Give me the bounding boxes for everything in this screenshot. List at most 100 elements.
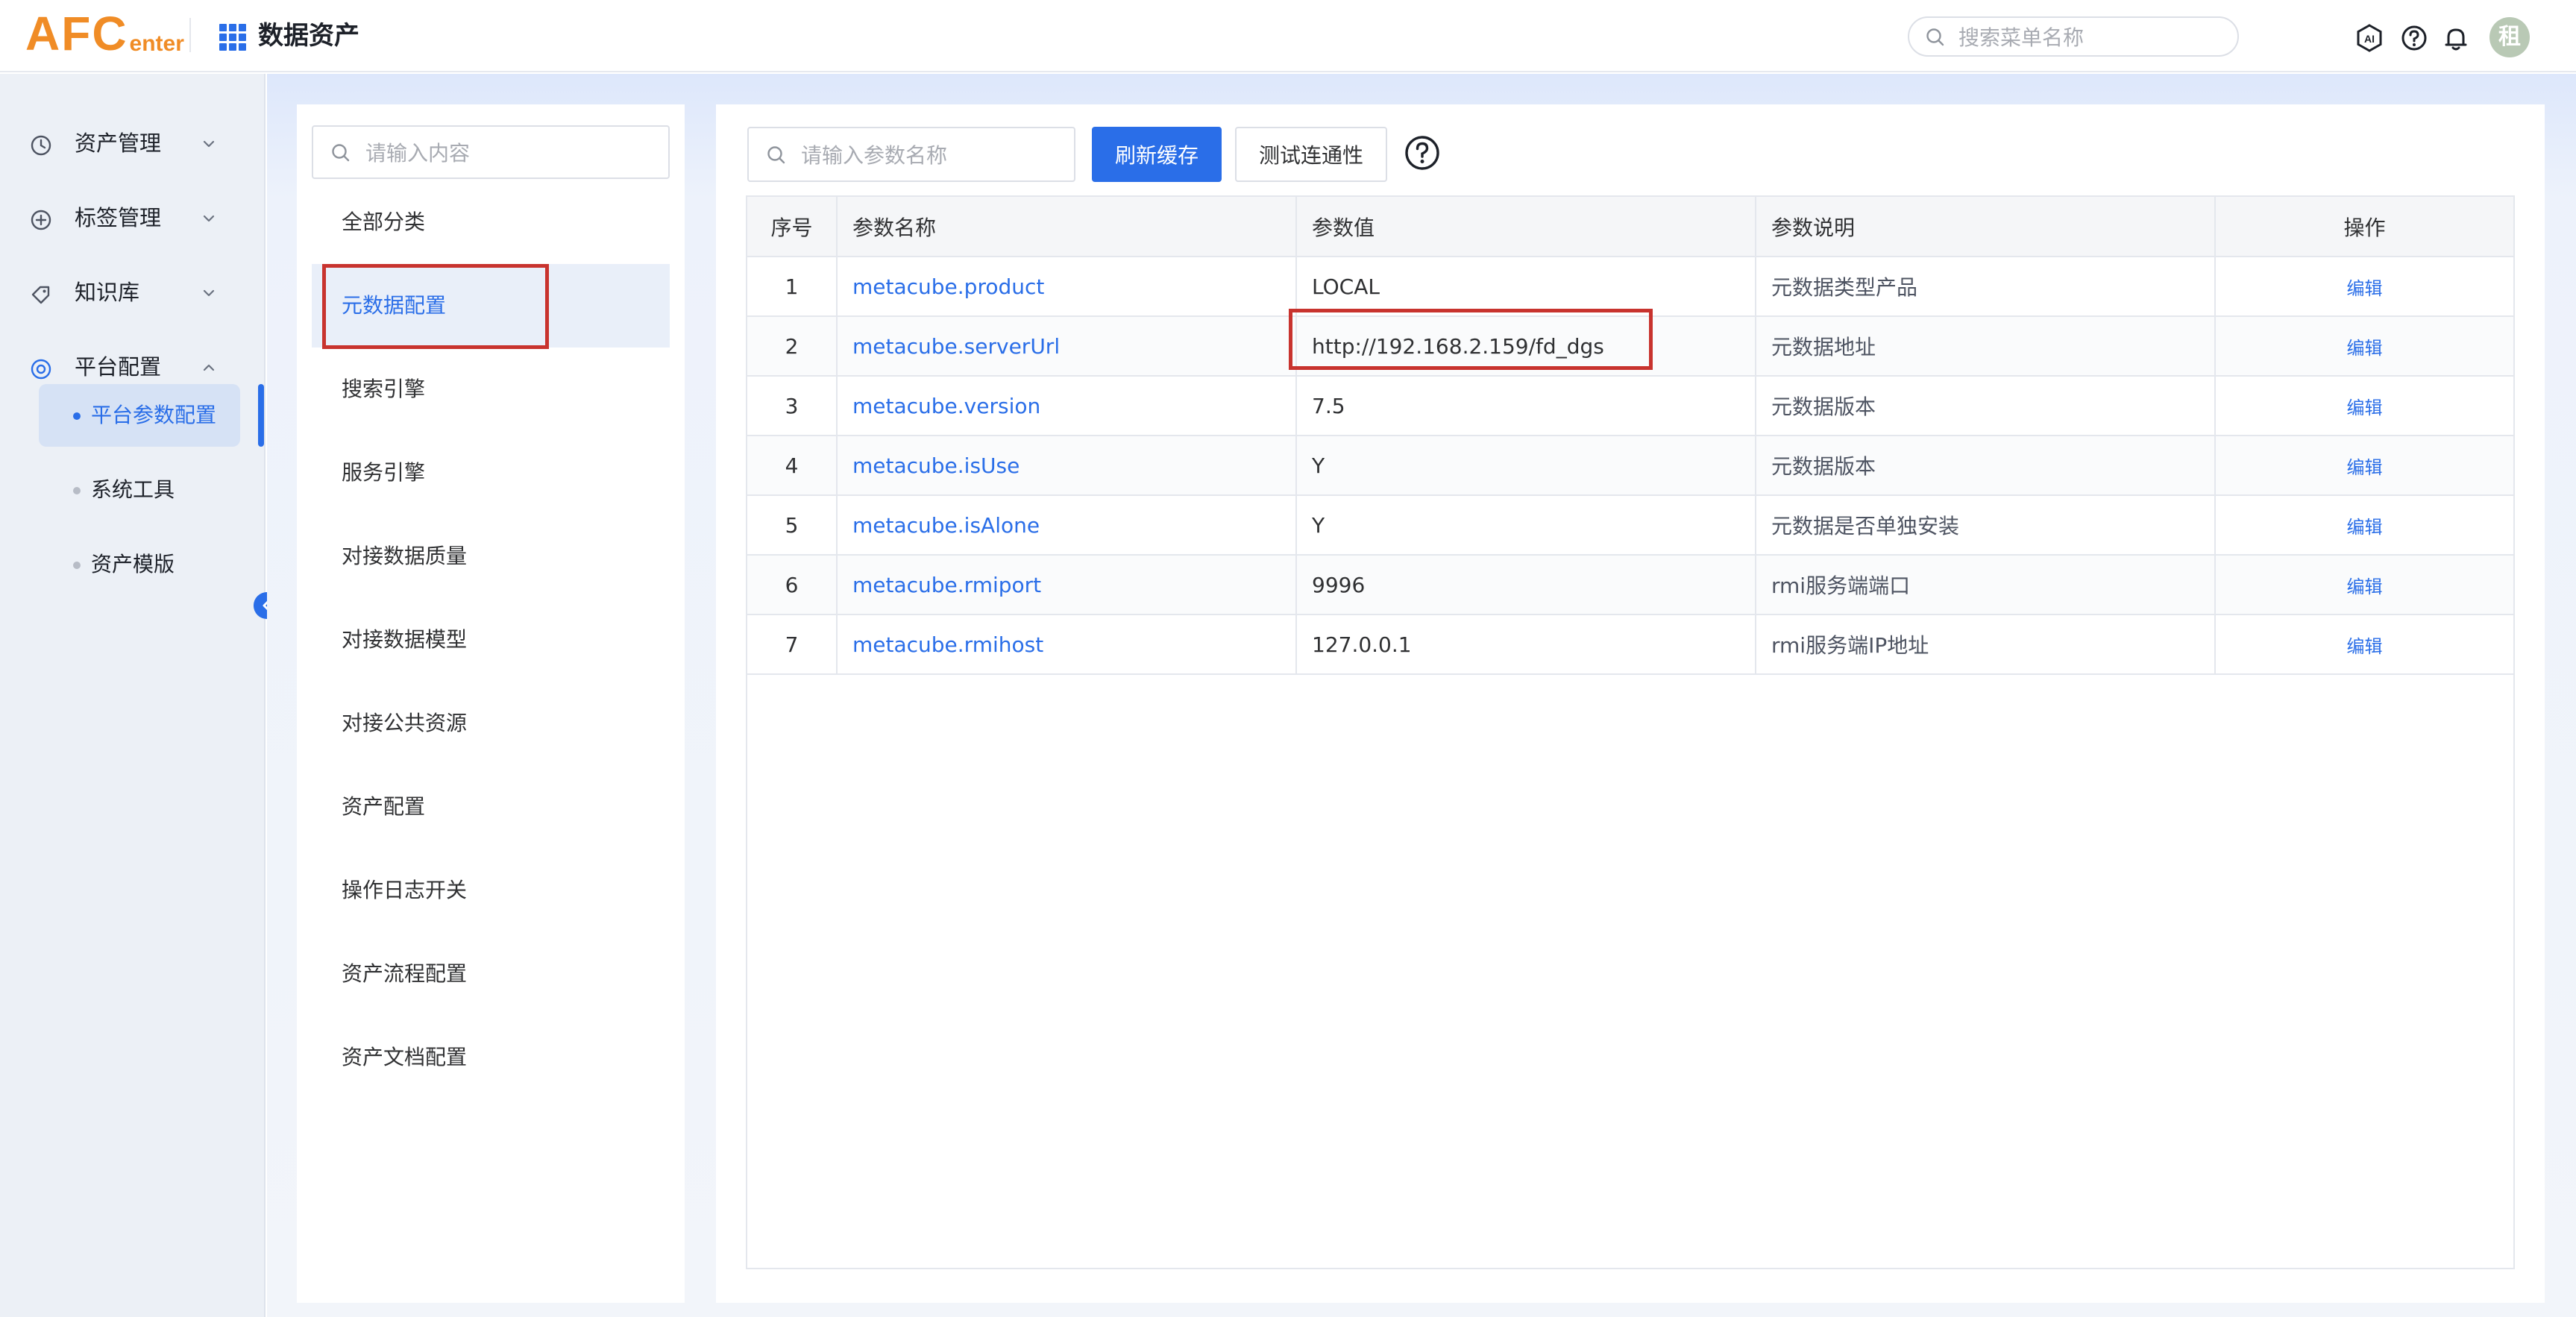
category-label: 对接公共资源: [342, 711, 468, 735]
row-index: 3: [747, 376, 838, 436]
sidebar-subitem-label: 平台参数配置: [91, 403, 217, 427]
logo[interactable]: AFC enter: [25, 10, 184, 57]
category-item[interactable]: 资产流程配置: [312, 932, 670, 1016]
param-value: 9996: [1296, 555, 1756, 615]
active-indicator: [258, 384, 264, 447]
menu-search[interactable]: [1908, 16, 2239, 57]
sidebar-item-label: 平台配置: [75, 354, 162, 380]
question-circle-icon[interactable]: [1404, 134, 1441, 172]
param-desc: 元数据是否单独安装: [1756, 495, 2216, 556]
param-search[interactable]: [747, 127, 1075, 182]
param-value: LOCAL: [1296, 257, 1756, 317]
ai-icon[interactable]: AI: [2355, 24, 2384, 52]
settings-icon: [31, 359, 51, 380]
category-label: 对接数据模型: [342, 627, 468, 652]
edit-link[interactable]: 编辑: [2347, 576, 2383, 597]
edit-link[interactable]: 编辑: [2347, 397, 2383, 418]
action-cell: 编辑: [2215, 615, 2513, 675]
table-row: 3 metacube.version 7.5 元数据版本 编辑: [747, 376, 2513, 436]
category-search[interactable]: [312, 125, 670, 179]
param-name: metacube.version: [837, 376, 1297, 436]
sidebar-subitem-platform-params[interactable]: 平台参数配置: [39, 384, 240, 447]
table-row: 6 metacube.rmiport 9996 rmi服务端端口 编辑: [747, 555, 2513, 615]
sidebar-item-label: 标签管理: [75, 205, 162, 230]
edit-link[interactable]: 编辑: [2347, 278, 2383, 299]
param-desc: rmi服务端端口: [1756, 555, 2216, 615]
category-search-input[interactable]: [365, 139, 656, 167]
avatar[interactable]: 租: [2489, 17, 2530, 57]
column-header: 序号: [747, 197, 838, 257]
category-label: 对接数据质量: [342, 544, 468, 568]
param-value: 7.5: [1296, 376, 1756, 436]
svg-text:AI: AI: [2364, 33, 2375, 45]
sidebar-item-label: 知识库: [75, 280, 140, 305]
category-label: 服务引擎: [342, 460, 426, 485]
help-icon[interactable]: [2400, 24, 2428, 52]
bell-icon[interactable]: [2442, 24, 2470, 52]
category-item[interactable]: 搜索引擎: [312, 348, 670, 431]
category-label: 操作日志开关: [342, 878, 468, 902]
sidebar-item-tag-management[interactable]: 标签管理: [0, 192, 266, 244]
category-item[interactable]: 操作日志开关: [312, 849, 670, 932]
row-index: 2: [747, 316, 838, 377]
refresh-cache-button[interactable]: 刷新缓存: [1092, 127, 1222, 182]
param-search-input[interactable]: [801, 141, 1062, 169]
param-name: metacube.product: [837, 257, 1297, 317]
param-name: metacube.isAlone: [837, 495, 1297, 556]
apps-grid-icon[interactable]: [219, 24, 246, 51]
category-item[interactable]: 服务引擎: [312, 431, 670, 515]
column-header: 参数说明: [1756, 197, 2216, 257]
sidebar-item-knowledge-base[interactable]: 知识库: [0, 266, 266, 318]
edit-link[interactable]: 编辑: [2347, 338, 2383, 359]
sidebar-subitem-label: 资产模版: [91, 552, 175, 576]
app-title: 数据资产: [258, 21, 359, 51]
category-item[interactable]: 全部分类: [312, 180, 670, 264]
chevron-down-icon: [203, 289, 215, 297]
category-item[interactable]: 资产配置: [312, 765, 670, 849]
sidebar-item-label: 资产管理: [75, 131, 162, 156]
table-row: 4 metacube.isUse Y 元数据版本 编辑: [747, 436, 2513, 496]
param-name: metacube.rmihost: [837, 615, 1297, 675]
table-row: 5 metacube.isAlone Y 元数据是否单独安装 编辑: [747, 495, 2513, 556]
action-cell: 编辑: [2215, 316, 2513, 377]
sidebar-subitem-system-tools[interactable]: 系统工具: [39, 459, 240, 521]
category-item[interactable]: 对接数据模型: [312, 598, 670, 682]
sidebar-item-asset-management[interactable]: 资产管理: [0, 117, 266, 169]
sidebar-subitem-asset-template[interactable]: 资产模版: [39, 533, 240, 596]
param-desc: 元数据版本: [1756, 376, 2216, 436]
action-cell: 编辑: [2215, 555, 2513, 615]
action-cell: 编辑: [2215, 257, 2513, 317]
param-desc: 元数据地址: [1756, 316, 2216, 377]
edit-link[interactable]: 编辑: [2347, 517, 2383, 538]
table-row: 1 metacube.product LOCAL 元数据类型产品 编辑: [747, 257, 2513, 317]
edit-link[interactable]: 编辑: [2347, 636, 2383, 657]
logo-text: AFC: [25, 7, 128, 60]
category-item[interactable]: 对接数据质量: [312, 515, 670, 598]
clock-icon: [31, 135, 51, 156]
param-value: Y: [1296, 495, 1756, 556]
chevron-up-icon: [203, 364, 215, 371]
table-header-row: 序号 参数名称 参数值 参数说明 操作: [747, 197, 2513, 257]
param-desc: 元数据版本: [1756, 436, 2216, 496]
menu-search-input[interactable]: [1958, 24, 2227, 51]
category-item[interactable]: 资产文档配置: [312, 1016, 670, 1099]
param-value: Y: [1296, 436, 1756, 496]
edit-link[interactable]: 编辑: [2347, 457, 2383, 478]
category-item[interactable]: 对接公共资源: [312, 682, 670, 765]
tag-icon: [31, 286, 50, 304]
highlight-box: [322, 264, 549, 349]
row-index: 4: [747, 436, 838, 496]
param-table-panel: 刷新缓存 测试连通性 序号 参数名称 参数值 参数说明 操作 1: [716, 104, 2545, 1303]
row-index: 5: [747, 495, 838, 556]
row-index: 6: [747, 555, 838, 615]
test-connectivity-button[interactable]: 测试连通性: [1235, 127, 1387, 182]
category-label: 资产文档配置: [342, 1045, 468, 1069]
column-header: 操作: [2215, 197, 2513, 257]
highlight-box: [1289, 309, 1653, 370]
table-row: 7 metacube.rmihost 127.0.0.1 rmi服务端IP地址 …: [747, 615, 2513, 675]
param-name: metacube.serverUrl: [837, 316, 1297, 377]
logo-subtext: enter: [129, 31, 184, 56]
top-header: AFC enter 数据资产 AI 租: [0, 0, 2576, 72]
column-header: 参数名称: [837, 197, 1297, 257]
param-desc: 元数据类型产品: [1756, 257, 2216, 317]
